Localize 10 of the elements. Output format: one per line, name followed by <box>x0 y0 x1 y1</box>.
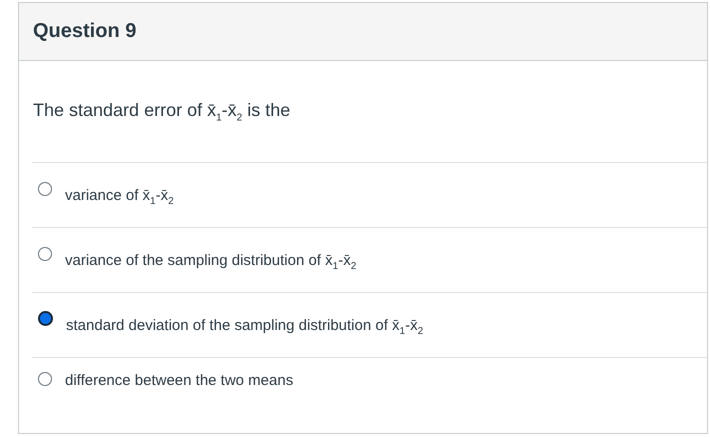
question-title: Question 9 <box>33 20 136 43</box>
question-text: The standard error of x̄$_{1}$-x̄$_{2}$ is the <box>32 61 707 163</box>
answer-option-text: variance of the sampling distribution of x̄$_{1}$-x̄$_{2}$ <box>65 252 356 272</box>
answer-option-text: variance of x̄$_{1}$-x̄$_{2}$ <box>65 186 174 207</box>
radio-button[interactable] <box>38 311 53 326</box>
radio-button[interactable] <box>38 246 52 261</box>
answer-option-text: difference between the two means <box>65 372 294 390</box>
radio-button[interactable] <box>38 182 52 196</box>
radio-button[interactable] <box>38 372 52 386</box>
answer-option-text: standard deviation of the sampling distribution of x̄$_{1}$-x̄$_{2}$ <box>66 316 424 337</box>
